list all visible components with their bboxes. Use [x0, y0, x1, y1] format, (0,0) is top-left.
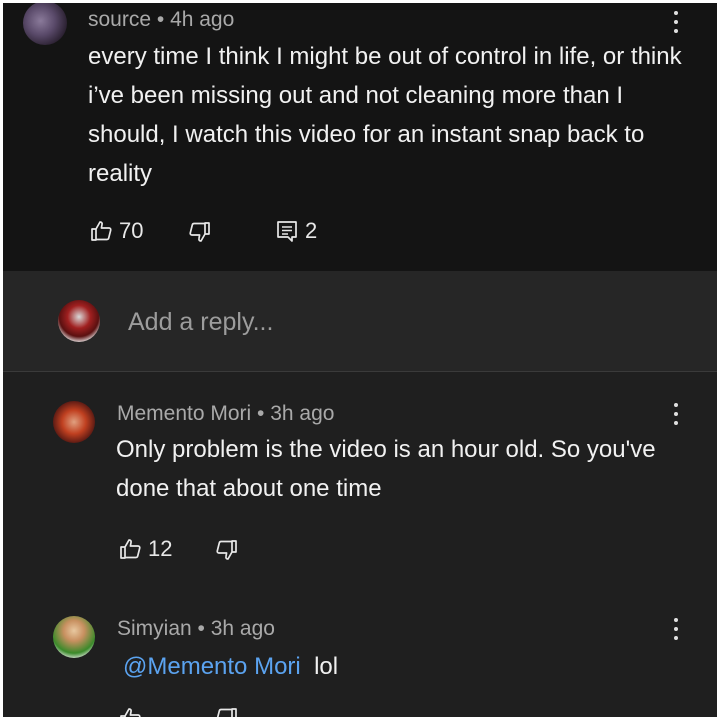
- like-count: 70: [119, 218, 144, 243]
- author-name[interactable]: Memento Mori: [117, 402, 251, 425]
- thumbs-up-icon: [120, 539, 141, 559]
- timestamp: 3h ago: [270, 402, 335, 425]
- timestamp: 4h ago: [170, 8, 235, 31]
- timestamp: 3h ago: [210, 617, 275, 640]
- comment-icon: [277, 221, 297, 242]
- meta-separator: •: [191, 617, 211, 640]
- author-name[interactable]: source: [88, 8, 151, 31]
- avatar[interactable]: [23, 3, 67, 45]
- more-options-icon[interactable]: [673, 618, 679, 644]
- thumbs-down-icon: [216, 540, 237, 560]
- meta-separator: •: [151, 8, 171, 31]
- replies-list: Memento Mori • 3h ago Only problem is th…: [3, 372, 717, 717]
- comment-thread: source • 4h ago every time I think I mig…: [3, 3, 717, 717]
- like-count: 12: [148, 536, 173, 561]
- reply-meta: Simyian • 3h ago: [117, 617, 275, 641]
- reply-count: 2: [305, 218, 318, 243]
- like-button[interactable]: 70: [89, 218, 143, 244]
- current-user-avatar: [58, 300, 100, 342]
- meta-separator: •: [251, 402, 271, 425]
- dislike-button[interactable]: [215, 538, 239, 562]
- reply-text: Only problem is the video is an hour old…: [116, 436, 656, 502]
- comment-text: every time I think I might be out of con…: [88, 43, 682, 187]
- main-comment: source • 4h ago every time I think I mig…: [3, 3, 717, 271]
- like-button[interactable]: [118, 706, 142, 717]
- like-button[interactable]: 12: [118, 536, 172, 562]
- dislike-button[interactable]: [215, 706, 239, 717]
- avatar[interactable]: [53, 616, 95, 658]
- comment-meta: source • 4h ago: [88, 8, 234, 32]
- reply-text-content: lol: [314, 653, 339, 680]
- more-options-icon[interactable]: [673, 11, 679, 37]
- reply-text: @Memento Mori lol: [123, 647, 683, 686]
- thumbs-down-icon: [189, 222, 210, 242]
- mention-link[interactable]: @Memento Mori: [123, 653, 301, 680]
- more-options-icon[interactable]: [673, 403, 679, 429]
- replies-button[interactable]: 2: [275, 218, 317, 244]
- thumbs-down-icon: [216, 708, 237, 717]
- dislike-button[interactable]: [188, 220, 212, 244]
- avatar[interactable]: [53, 401, 95, 443]
- thumbs-up-icon: [91, 221, 112, 241]
- add-reply-bar[interactable]: Add a reply...: [3, 271, 717, 371]
- author-name[interactable]: Simyian: [117, 617, 192, 640]
- reply-input[interactable]: Add a reply...: [128, 308, 273, 337]
- reply-meta: Memento Mori • 3h ago: [117, 402, 334, 426]
- thumbs-up-icon: [120, 708, 141, 717]
